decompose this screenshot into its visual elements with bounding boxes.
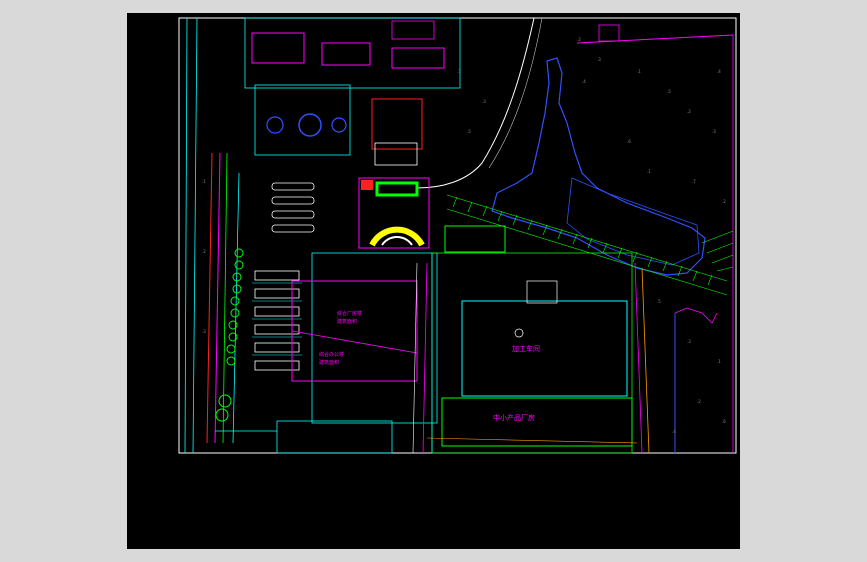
svg-text:.2: .2 — [722, 199, 726, 204]
road-mid-3 — [412, 262, 418, 454]
svg-text:.2: .2 — [697, 399, 701, 404]
svg-text:.3: .3 — [597, 57, 601, 62]
svg-text:.3: .3 — [202, 329, 206, 334]
road-mid-2 — [422, 262, 428, 454]
svg-text:.1: .1 — [647, 169, 651, 174]
block-c-label: 加工车间 — [512, 344, 540, 353]
building-nw-3 — [391, 47, 445, 69]
svg-text:.2: .2 — [687, 109, 691, 114]
block-b-label-2: 建筑面积 — [319, 359, 339, 366]
building-c — [461, 300, 628, 397]
building-nw-4 — [391, 20, 435, 40]
block-d-label: 中小产品厂房 — [493, 413, 535, 422]
plaza-arc-inner — [381, 236, 413, 246]
boundary-top-right — [576, 34, 734, 44]
svg-text:.1: .1 — [457, 69, 461, 74]
svg-text:.3: .3 — [482, 99, 486, 104]
svg-text:.1: .1 — [717, 359, 721, 364]
road-curve — [416, 17, 535, 189]
road-south — [426, 437, 638, 444]
svg-text:.4: .4 — [672, 429, 676, 434]
block-b-label-1: 综合办公楼 — [319, 351, 344, 358]
fountain-3 — [331, 117, 347, 133]
svg-text:.4: .4 — [582, 79, 586, 84]
building-nw-2 — [321, 42, 371, 66]
block-a-label-1: 综合厂房楼 — [337, 310, 362, 317]
cad-site-plan[interactable]: 综合厂房楼 建筑面积 综合办公楼 建筑面积 加工车间 中小产品厂房 .2 .3 .4… — [127, 13, 740, 549]
road-east-1 — [634, 262, 643, 454]
gate-structure — [526, 280, 558, 304]
drawing-paper: 综合厂房楼 建筑面积 综合办公楼 建筑面积 加工车间 中小产品厂房 .2 .3 .4… — [127, 13, 740, 549]
red-patch — [361, 180, 373, 190]
slope-hatch — [446, 194, 728, 296]
svg-text:.6: .6 — [627, 139, 631, 144]
building-nw-1 — [251, 32, 305, 64]
elevation-marks: .2 .3 .4 .1 .5 .2 .4 .3 .6 .1 .7 .2 .5 .3 .1 .2 .6.… — [202, 37, 726, 434]
parking-west-cyan — [252, 282, 302, 356]
fountain-1 — [266, 116, 284, 134]
svg-text:.3: .3 — [687, 339, 691, 344]
svg-text:.1: .1 — [637, 69, 641, 74]
svg-text:.2: .2 — [202, 249, 206, 254]
fountain-2 — [298, 113, 322, 137]
drawing-frame — [178, 17, 737, 454]
west-road — [184, 17, 240, 454]
green-patch — [375, 181, 419, 197]
lower-left-block — [276, 420, 393, 454]
building-a — [291, 280, 418, 382]
building-center-top-inner — [374, 142, 418, 166]
compound-outline — [244, 17, 461, 89]
svg-text:.7: .7 — [692, 179, 696, 184]
svg-text:.4: .4 — [717, 69, 721, 74]
svg-text:.2: .2 — [577, 37, 581, 42]
svg-text:.5: .5 — [467, 129, 471, 134]
small-building-tr — [598, 24, 620, 42]
road-east-2 — [641, 267, 650, 454]
tree-strip — [215, 248, 244, 422]
svg-text:.5: .5 — [657, 299, 661, 304]
svg-text:.3: .3 — [712, 129, 716, 134]
gate-block — [444, 225, 506, 253]
block-a-label-2: 建筑面积 — [337, 318, 357, 325]
east-blue-curve — [674, 307, 718, 324]
road-curve-2 — [488, 17, 543, 169]
building-a-divider — [291, 330, 418, 354]
svg-text:.1: .1 — [202, 179, 206, 184]
slope-hatch-right — [701, 230, 734, 272]
svg-text:.6: .6 — [722, 419, 726, 424]
building-center-top — [371, 98, 423, 150]
svg-text:.5: .5 — [667, 89, 671, 94]
building-c-marker — [514, 328, 524, 338]
parking-north — [271, 182, 315, 233]
